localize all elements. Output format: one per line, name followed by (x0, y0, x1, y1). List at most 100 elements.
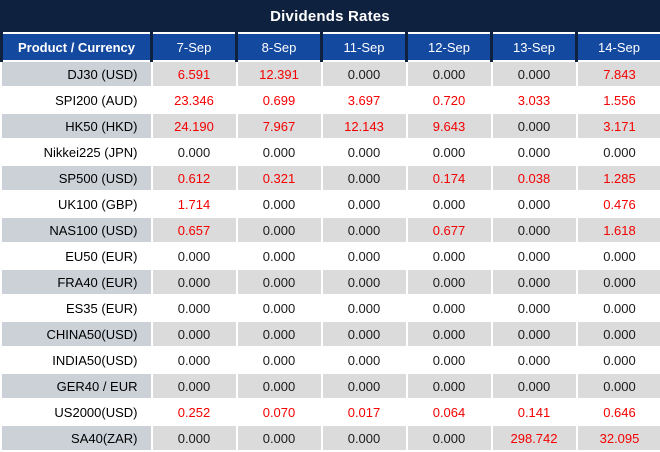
value-cell: 0.000 (490, 320, 577, 347)
value-cell: 1.556 (575, 86, 660, 113)
value-cell: 0.000 (575, 320, 660, 347)
value-cell: 0.000 (490, 216, 577, 243)
value-cell: 24.190 (150, 112, 237, 139)
value-cell: 0.000 (320, 164, 407, 191)
table-row: SA40(ZAR) 0.000 0.000 0.000 0.000 298.742 32.0… (1, 424, 660, 450)
value-cell: 0.000 (320, 424, 407, 450)
value-cell: 0.000 (320, 216, 407, 243)
value-cell: 0.720 (405, 86, 492, 113)
date-header: 13-Sep (490, 32, 578, 61)
product-cell: FRA40 (EUR) (1, 268, 152, 295)
value-cell: 0.321 (235, 164, 322, 191)
value-cell: 9.643 (405, 112, 492, 139)
value-cell: 0.000 (490, 268, 577, 295)
product-cell: GER40 / EUR (1, 372, 152, 399)
value-cell: 0.612 (150, 164, 237, 191)
value-cell: 1.618 (575, 216, 660, 243)
value-cell: 3.171 (575, 112, 660, 139)
date-header: 8-Sep (235, 32, 323, 61)
date-header: 11-Sep (320, 32, 408, 61)
product-cell: ES35 (EUR) (1, 294, 152, 321)
table-row: NAS100 (USD) 0.657 0.000 0.000 0.677 0.000 1.6… (1, 216, 660, 243)
value-cell: 0.000 (405, 346, 492, 373)
product-cell: DJ30 (USD) (1, 60, 152, 87)
value-cell: 0.000 (320, 190, 407, 217)
value-cell: 0.000 (235, 138, 322, 165)
value-cell: 0.000 (575, 294, 660, 321)
value-cell: 0.000 (575, 138, 660, 165)
value-cell: 3.697 (320, 86, 407, 113)
value-cell: 3.033 (490, 86, 577, 113)
value-cell: 0.064 (405, 398, 492, 425)
value-cell: 0.000 (405, 372, 492, 399)
value-cell: 0.000 (150, 268, 237, 295)
value-cell: 0.000 (235, 372, 322, 399)
value-cell: 0.000 (405, 190, 492, 217)
value-cell: 0.000 (320, 320, 407, 347)
product-cell: US2000(USD) (1, 398, 152, 425)
value-cell: 0.038 (490, 164, 577, 191)
table-row: ES35 (EUR) 0.000 0.000 0.000 0.000 0.000 0.000 (1, 294, 660, 321)
value-cell: 0.000 (320, 242, 407, 269)
product-cell: SPI200 (AUD) (1, 86, 152, 113)
product-cell: SP500 (USD) (1, 164, 152, 191)
value-cell: 12.143 (320, 112, 407, 139)
value-cell: 0.000 (490, 60, 577, 87)
product-cell: CHINA50(USD) (1, 320, 152, 347)
value-cell: 0.252 (150, 398, 237, 425)
value-cell: 298.742 (490, 424, 577, 450)
date-header: 7-Sep (150, 32, 238, 61)
value-cell: 0.070 (235, 398, 322, 425)
value-cell: 0.646 (575, 398, 660, 425)
value-cell: 0.000 (405, 294, 492, 321)
table-row: SPI200 (AUD) 23.346 0.699 3.697 0.720 3.033 1.… (1, 86, 660, 113)
table-row: GER40 / EUR 0.000 0.000 0.000 0.000 0.000 0.00… (1, 372, 660, 399)
table-row: FRA40 (EUR) 0.000 0.000 0.000 0.000 0.000 0.00… (1, 268, 660, 295)
date-header: 12-Sep (405, 32, 493, 61)
product-cell: UK100 (GBP) (1, 190, 152, 217)
product-cell: INDIA50(USD) (1, 346, 152, 373)
value-cell: 0.000 (235, 242, 322, 269)
product-cell: NAS100 (USD) (1, 216, 152, 243)
product-cell: Nikkei225 (JPN) (1, 138, 152, 165)
value-cell: 0.000 (235, 320, 322, 347)
value-cell: 0.000 (150, 346, 237, 373)
value-cell: 7.843 (575, 60, 660, 87)
product-cell: SA40(ZAR) (1, 424, 152, 450)
value-cell: 0.000 (575, 372, 660, 399)
table-row: UK100 (GBP) 1.714 0.000 0.000 0.000 0.000 0.47… (1, 190, 660, 217)
page-title: Dividends Rates (270, 7, 390, 25)
value-cell: 0.000 (235, 346, 322, 373)
value-cell: 0.000 (235, 294, 322, 321)
value-cell: 0.000 (320, 372, 407, 399)
table-row: SP500 (USD) 0.612 0.321 0.000 0.174 0.038 1.28… (1, 164, 660, 191)
value-cell: 0.000 (150, 320, 237, 347)
value-cell: 0.000 (235, 190, 322, 217)
date-header: 14-Sep (575, 32, 660, 61)
product-cell: EU50 (EUR) (1, 242, 152, 269)
value-cell: 0.000 (320, 268, 407, 295)
value-cell: 0.699 (235, 86, 322, 113)
value-cell: 0.000 (320, 138, 407, 165)
header-row: Product / Currency 7-Sep 8-Sep 11-Sep 12… (0, 32, 660, 61)
table-row: DJ30 (USD) 6.591 12.391 0.000 0.000 0.000 7.84… (1, 60, 660, 87)
table-row: CHINA50(USD) 0.000 0.000 0.000 0.000 0.000 0.0… (1, 320, 660, 347)
value-cell: 0.141 (490, 398, 577, 425)
value-cell: 0.000 (320, 294, 407, 321)
value-cell: 0.000 (235, 216, 322, 243)
value-cell: 6.591 (150, 60, 237, 87)
value-cell: 0.677 (405, 216, 492, 243)
value-cell: 0.017 (320, 398, 407, 425)
value-cell: 0.000 (490, 242, 577, 269)
value-cell: 7.967 (235, 112, 322, 139)
value-cell: 0.000 (405, 60, 492, 87)
value-cell: 0.000 (405, 242, 492, 269)
value-cell: 0.000 (150, 424, 237, 450)
value-cell: 0.000 (150, 372, 237, 399)
table-row: INDIA50(USD) 0.000 0.000 0.000 0.000 0.000 0.0… (1, 346, 660, 373)
value-cell: 1.285 (575, 164, 660, 191)
value-cell: 0.000 (575, 242, 660, 269)
value-cell: 0.000 (490, 372, 577, 399)
value-cell: 0.000 (150, 242, 237, 269)
value-cell: 0.000 (320, 346, 407, 373)
